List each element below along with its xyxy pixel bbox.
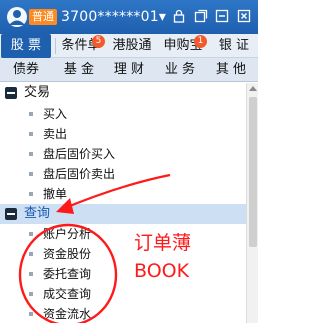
tree-group-query[interactable]: 查询 — [0, 204, 246, 224]
tree-group-label: 交易 — [24, 85, 51, 100]
tree-item-label: 委托查询 — [43, 267, 92, 281]
bullet-icon — [29, 112, 33, 116]
tab-business[interactable]: 业 务 — [155, 58, 205, 82]
tab-bonds[interactable]: 债券 — [2, 58, 50, 82]
tree-item-label: 卖出 — [43, 127, 68, 141]
collapse-icon[interactable] — [5, 208, 17, 220]
tree-item-sell[interactable]: 卖出 — [0, 124, 246, 144]
tab-funds[interactable]: 基 金 — [55, 58, 103, 82]
tab-hk-connect[interactable]: 港股通 — [108, 34, 156, 58]
tree-item-label: 账户分析 — [43, 227, 92, 241]
new-window-icon[interactable] — [194, 9, 208, 23]
account-dropdown-icon[interactable]: ▾ — [159, 9, 166, 25]
bullet-icon — [29, 272, 33, 276]
tab-wealth-management[interactable]: 理 财 — [105, 58, 153, 82]
app-logo-icon — [7, 7, 27, 27]
title-bar: 普通 3700******01▾ — [0, 0, 258, 34]
tree-item-account-analysis[interactable]: 账户分析 — [0, 224, 246, 244]
tree-item-funds-holdings[interactable]: 资金股份 — [0, 244, 246, 264]
bullet-icon — [29, 172, 33, 176]
main-tabs: 股 票 条件单 5 港股通 申购宝 1 银 证 — [0, 34, 258, 58]
minimize-icon[interactable] — [215, 9, 229, 23]
account-type-badge: 普通 — [29, 9, 57, 25]
account-selector[interactable]: 3700******01▾ — [61, 8, 166, 26]
tree-item-cancel-order[interactable]: 撤单 — [0, 184, 246, 204]
tree-item-label: 成交查询 — [43, 287, 92, 301]
annotation-label-book: BOOK — [134, 260, 190, 282]
scroll-thumb[interactable] — [249, 97, 257, 247]
collapse-icon[interactable] — [5, 87, 17, 99]
bullet-icon — [29, 192, 33, 196]
tree-item-buy[interactable]: 买入 — [0, 104, 246, 124]
tree-item-fund-flow[interactable]: 资金流水 — [0, 304, 246, 323]
bullet-icon — [29, 132, 33, 136]
tree-item-after-hours-buy[interactable]: 盘后固价买入 — [0, 144, 246, 164]
secondary-tabs: 债券 基 金 理 财 业 务 其 他 — [0, 58, 258, 82]
tab-divider — [55, 38, 56, 54]
tree-group-trade[interactable]: 交易 — [0, 83, 246, 103]
conditional-order-count-badge: 5 — [92, 35, 105, 48]
tree-item-label: 盘后固价卖出 — [43, 167, 116, 181]
annotation-label-orderbook: 订单薄 — [134, 232, 192, 254]
bullet-icon — [29, 232, 33, 236]
tree-item-label: 资金流水 — [43, 307, 92, 321]
account-number: 3700******01 — [61, 9, 159, 25]
function-tree: 交易 买入 卖出 盘后固价买入 盘后固价卖出 撤单 查询 账户分析 资金股份 委… — [0, 83, 246, 323]
bullet-icon — [29, 312, 33, 316]
tree-item-after-hours-sell[interactable]: 盘后固价卖出 — [0, 164, 246, 184]
ipo-subscription-count-badge: 1 — [194, 35, 207, 48]
bullet-icon — [29, 152, 33, 156]
tree-item-label: 盘后固价买入 — [43, 147, 116, 161]
lock-icon[interactable] — [172, 9, 186, 23]
close-icon[interactable] — [237, 9, 251, 23]
tab-other[interactable]: 其 他 — [207, 58, 255, 82]
tab-stock[interactable]: 股 票 — [1, 34, 51, 58]
tree-item-label: 撤单 — [43, 187, 68, 201]
tree-item-trade-query[interactable]: 成交查询 — [0, 284, 246, 304]
tree-item-label: 资金股份 — [43, 247, 92, 261]
tree-scrollbar[interactable] — [246, 83, 258, 323]
tree-group-label: 查询 — [24, 206, 51, 221]
tree-item-label: 买入 — [43, 107, 68, 121]
tree-item-order-query[interactable]: 委托查询 — [0, 264, 246, 284]
scroll-up-icon[interactable] — [249, 86, 257, 91]
bullet-icon — [29, 292, 33, 296]
bullet-icon — [29, 252, 33, 256]
tab-bank-securities[interactable]: 银 证 — [212, 34, 256, 58]
